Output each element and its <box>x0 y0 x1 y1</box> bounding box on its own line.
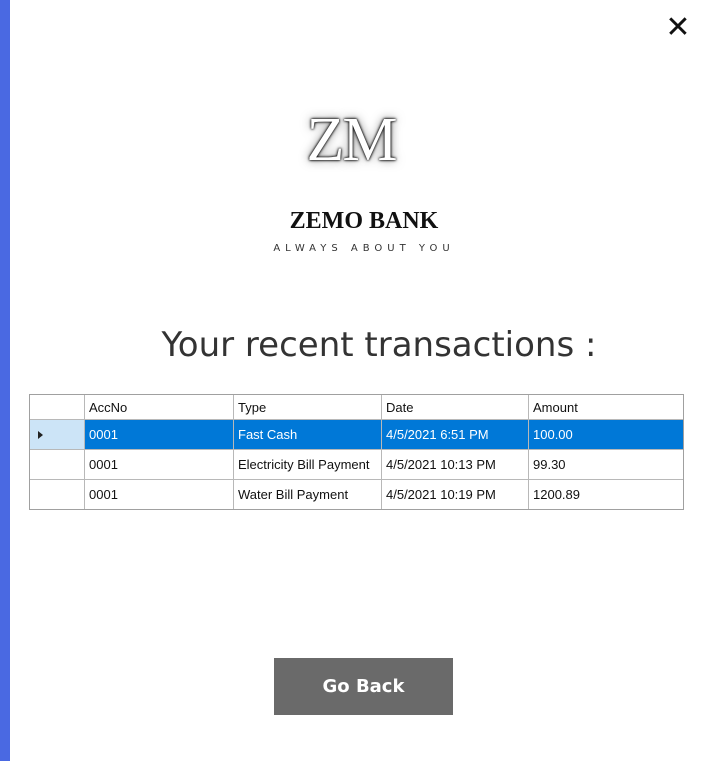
cell-date[interactable]: 4/5/2021 6:51 PM <box>381 419 529 450</box>
go-back-button[interactable]: Go Back <box>274 658 453 715</box>
bank-tagline: ALWAYS ABOUT YOU <box>273 243 455 254</box>
table-row[interactable]: 0001 Fast Cash 4/5/2021 6:51 PM 100.00 <box>30 419 683 450</box>
bank-name: ZEMO BANK <box>289 208 439 234</box>
row-header-corner <box>30 395 85 420</box>
cell-amount[interactable]: 1200.89 <box>529 480 684 510</box>
cell-accno[interactable]: 0001 <box>84 449 234 480</box>
row-header[interactable] <box>30 479 85 509</box>
cell-date[interactable]: 4/5/2021 10:19 PM <box>381 479 529 509</box>
column-header-amount[interactable]: Amount <box>528 395 683 420</box>
table-row[interactable]: 0001 Water Bill Payment 4/5/2021 10:19 P… <box>30 479 684 510</box>
table-row[interactable]: 0001 Electricity Bill Payment 4/5/2021 1… <box>30 449 683 480</box>
cell-accno[interactable]: 0001 <box>84 479 234 509</box>
column-header-date[interactable]: Date <box>381 395 529 420</box>
close-icon[interactable]: ✕ <box>660 10 696 46</box>
grid-header-row: AccNo Type Date Amount <box>30 395 683 420</box>
current-row-arrow-icon <box>38 431 43 439</box>
page-title: Your recent transactions : <box>161 325 597 365</box>
column-header-accno[interactable]: AccNo <box>84 395 234 420</box>
cell-amount[interactable]: 100.00 <box>528 419 683 450</box>
transactions-grid[interactable]: AccNo Type Date Amount 0001 Fast Cash 4/… <box>29 394 684 510</box>
cell-type[interactable]: Electricity Bill Payment <box>233 449 382 480</box>
row-header[interactable] <box>30 419 85 450</box>
column-header-type[interactable]: Type <box>233 395 382 420</box>
cell-accno[interactable]: 0001 <box>84 419 234 450</box>
cell-date[interactable]: 4/5/2021 10:13 PM <box>381 449 529 480</box>
cell-type[interactable]: Water Bill Payment <box>233 479 382 509</box>
bank-logo: ZM <box>306 106 398 174</box>
cell-type[interactable]: Fast Cash <box>233 419 382 450</box>
cell-amount[interactable]: 99.30 <box>528 449 683 480</box>
row-header[interactable] <box>30 449 85 480</box>
